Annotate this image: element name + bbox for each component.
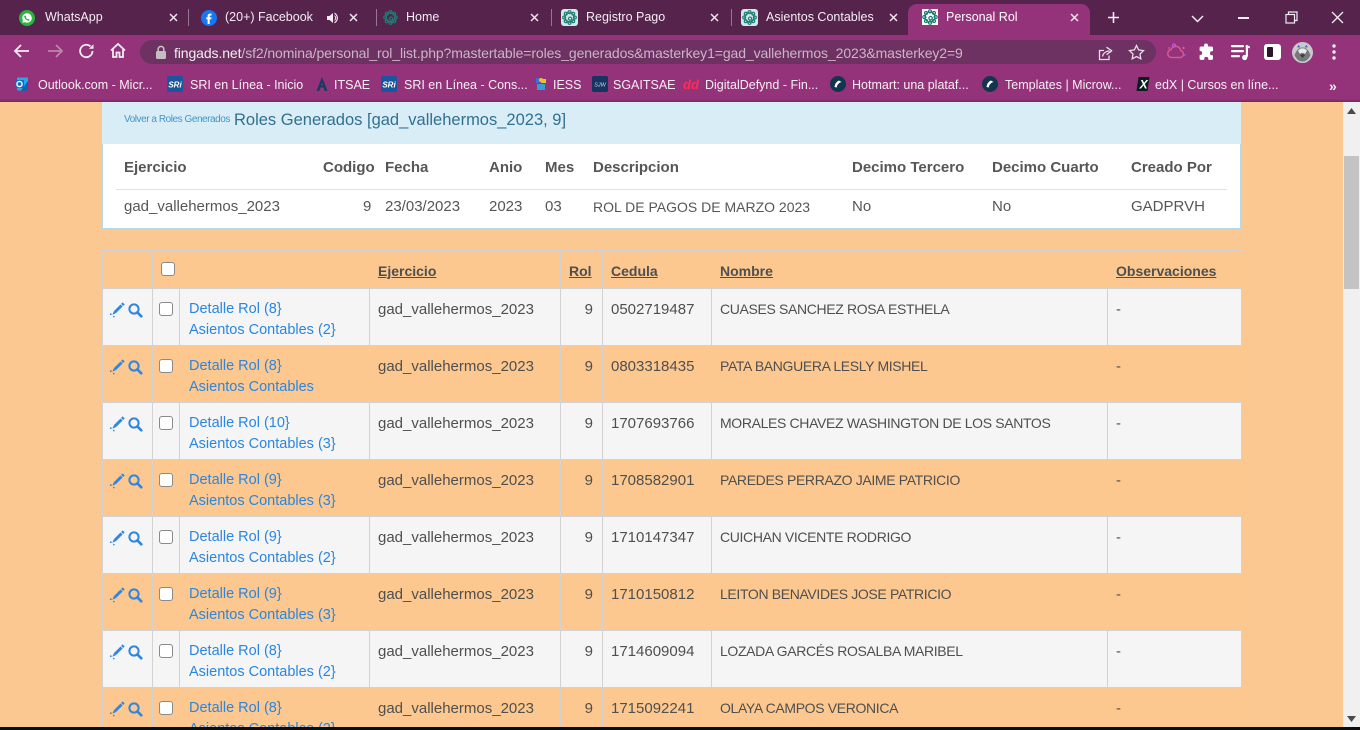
svg-text:SRi: SRi — [382, 81, 396, 90]
svg-text:SJW: SJW — [594, 83, 606, 89]
svg-text:X: X — [1139, 78, 1149, 92]
svg-text:SRi: SRi — [168, 81, 182, 90]
